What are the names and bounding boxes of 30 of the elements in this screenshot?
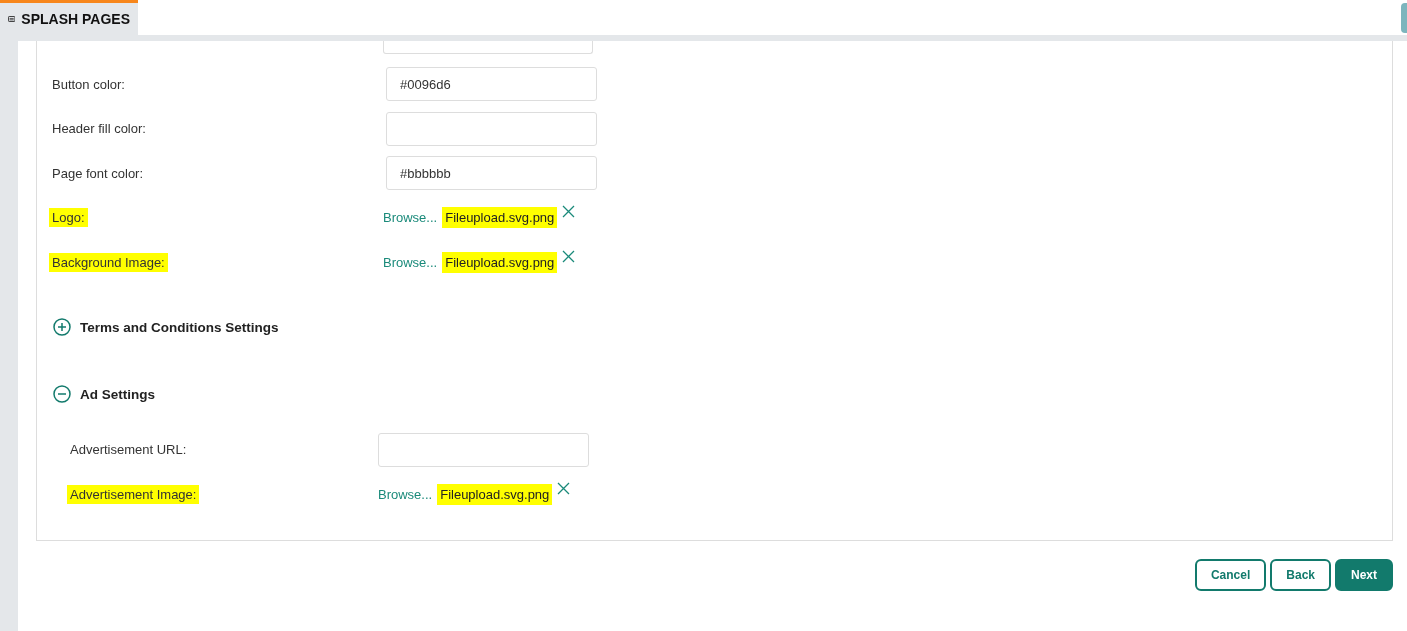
input-field[interactable]: #0096d6 bbox=[386, 67, 597, 102]
browse-link[interactable]: Browse... bbox=[383, 210, 438, 226]
section-title: Terms and Conditions Settings bbox=[80, 319, 279, 335]
input-field[interactable] bbox=[386, 111, 597, 146]
browse-link[interactable]: Browse... bbox=[378, 486, 433, 502]
splash-pages-tab[interactable]: SPLASH PAGES bbox=[0, 0, 138, 35]
file-name: Fileupload.svg.png bbox=[437, 483, 553, 505]
field-label: Logo: bbox=[49, 208, 88, 228]
file-name: Fileupload.svg.png bbox=[442, 251, 558, 273]
input-field[interactable]: #bbbbbb bbox=[386, 156, 597, 191]
close-icon[interactable] bbox=[557, 481, 571, 495]
secondary-button[interactable]: Cancel bbox=[1194, 558, 1267, 591]
input-field[interactable] bbox=[378, 432, 589, 467]
section-title: Ad Settings bbox=[80, 386, 155, 402]
next-button[interactable]: Next bbox=[1335, 558, 1393, 591]
input-field[interactable] bbox=[383, 41, 593, 54]
file-name: Fileupload.svg.png bbox=[442, 207, 558, 229]
expand-toggle-icon[interactable] bbox=[53, 385, 71, 403]
close-icon[interactable] bbox=[562, 249, 576, 263]
field-label: Advertisement URL: bbox=[69, 441, 188, 460]
secondary-button[interactable]: Back bbox=[1270, 558, 1331, 591]
field-label: Button color: bbox=[51, 75, 126, 94]
field-label: Background Image: bbox=[49, 252, 168, 272]
field-label: Advertisement Image: bbox=[67, 484, 200, 504]
field-label: Header fill color: bbox=[51, 120, 147, 139]
field-label: Page font color: bbox=[51, 164, 145, 183]
close-icon[interactable] bbox=[562, 205, 576, 219]
expand-toggle-icon[interactable] bbox=[53, 318, 71, 336]
scroll-handle[interactable] bbox=[1401, 3, 1407, 33]
browse-link[interactable]: Browse... bbox=[383, 254, 438, 270]
